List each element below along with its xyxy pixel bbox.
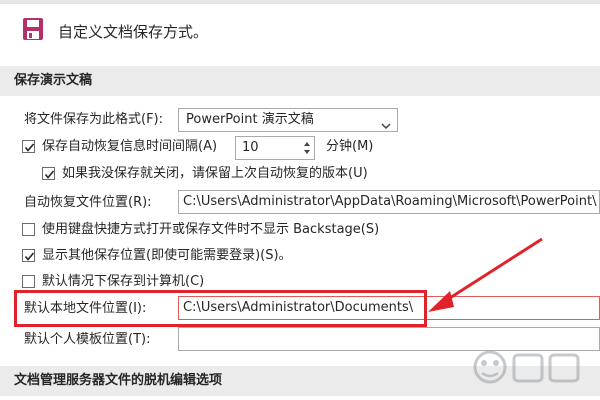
top-rule (0, 0, 600, 4)
show-other-locations-label: 显示其他保存位置(即使可能需要登录)(S)。 (42, 248, 292, 263)
show-other-locations-checkbox[interactable] (22, 249, 35, 262)
autorecover-checkbox[interactable] (22, 140, 35, 153)
autorecover-minutes-value: 10 (242, 140, 259, 155)
autorecover-location-label: 自动恢复文件位置(R): (24, 195, 152, 210)
autorecover-label: 保存自动恢复信息时间间隔(A) (42, 139, 218, 154)
autorecover-minutes-stepper[interactable]: 10 (235, 136, 315, 160)
checkmark-icon (24, 252, 35, 261)
save-format-label: 将文件保存为此格式(F): (24, 112, 164, 127)
keep-last-label: 如果我没保存就关闭，请保留上次自动恢复的版本(U) (62, 166, 368, 181)
checkmark-icon (24, 143, 35, 152)
spin-arrows-icon[interactable] (300, 137, 314, 159)
save-format-value: PowerPoint 演示文稿 (186, 112, 314, 127)
save-to-computer-checkbox[interactable] (22, 275, 35, 288)
keep-last-checkbox[interactable] (42, 167, 55, 180)
page-title: 自定义文档保存方式。 (58, 23, 209, 41)
annotation-arrow-icon (428, 237, 543, 312)
section-header-save: 保存演示文稿 (0, 66, 600, 96)
minutes-unit-label: 分钟(M) (326, 139, 374, 154)
section-title: 文档管理服务器文件的脱机编辑选项 (14, 373, 223, 388)
no-backstage-label: 使用键盘快捷方式打开或保存文件时不显示 Backstage(S) (42, 222, 380, 237)
section-title: 保存演示文稿 (14, 73, 93, 88)
chevron-down-icon (381, 116, 391, 138)
save-format-select[interactable]: PowerPoint 演示文稿 (178, 108, 398, 132)
checkmark-icon (44, 170, 55, 179)
annotation-highlight-box (14, 290, 427, 327)
no-backstage-checkbox[interactable] (22, 223, 35, 236)
autorecover-location-input[interactable]: C:\Users\Administrator\AppData\Roaming\M… (178, 190, 600, 214)
watermark-logo-icon (473, 350, 580, 384)
floppy-save-icon (22, 17, 44, 41)
personal-templates-label: 默认个人模板位置(T): (24, 332, 151, 347)
save-to-computer-label: 默认情况下保存到计算机(C) (42, 274, 205, 289)
autorecover-location-value: C:\Users\Administrator\AppData\Roaming\M… (183, 194, 597, 209)
